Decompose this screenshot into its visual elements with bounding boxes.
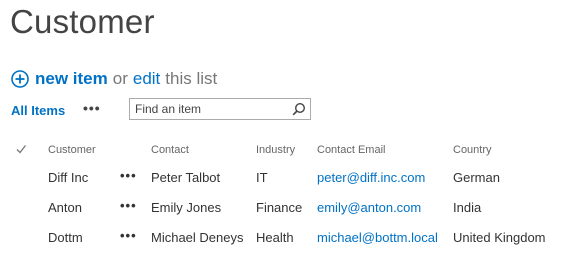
cell-email-link[interactable]: michael@bottm.local (317, 230, 438, 245)
checkmark-icon[interactable] (15, 143, 27, 155)
column-header-industry[interactable]: Industry (256, 144, 295, 156)
search-icon[interactable] (292, 102, 306, 116)
column-header-customer[interactable]: Customer (48, 144, 96, 156)
list-table: Customer Contact Industry Contact Email … (0, 138, 569, 254)
table-header: Customer Contact Industry Contact Email … (0, 138, 569, 164)
cell-country: United Kingdom (453, 230, 546, 245)
edit-link[interactable]: edit (133, 69, 160, 89)
cell-customer[interactable]: Dottm (48, 230, 83, 245)
cell-email-link[interactable]: peter@diff.inc.com (317, 170, 425, 185)
cell-email-link[interactable]: emily@anton.com (317, 200, 421, 215)
cell-industry: Health (256, 230, 294, 245)
item-menu-button[interactable]: ••• (120, 228, 137, 243)
table-row[interactable]: Diff Inc ••• Peter Talbot IT peter@diff.… (0, 164, 569, 194)
page-title: Customer (10, 3, 155, 40)
new-item-link[interactable]: new item (35, 69, 108, 89)
plus-circle-icon[interactable] (11, 70, 29, 88)
item-menu-button[interactable]: ••• (120, 168, 137, 183)
column-header-country[interactable]: Country (453, 144, 492, 156)
search-box (129, 98, 311, 120)
view-more-button[interactable]: ••• (83, 100, 101, 116)
cell-contact: Emily Jones (151, 200, 222, 215)
item-menu-button[interactable]: ••• (120, 198, 137, 213)
cell-industry: Finance (256, 200, 303, 215)
this-list-text: this list (165, 69, 218, 88)
view-toolbar: All Items ••• (11, 98, 331, 124)
cell-contact: Peter Talbot (151, 170, 221, 185)
new-item-bar: new item or edit this list (11, 66, 217, 92)
cell-contact: Michael Deneys (151, 230, 244, 245)
table-row[interactable]: Dottm ••• Michael Deneys Health michael@… (0, 224, 569, 254)
cell-customer[interactable]: Anton (48, 200, 82, 215)
column-header-contact[interactable]: Contact (151, 144, 189, 156)
search-input[interactable] (135, 101, 285, 117)
column-header-contact-email[interactable]: Contact Email (317, 144, 385, 156)
table-row[interactable]: Anton ••• Emily Jones Finance emily@anto… (0, 194, 569, 224)
cell-customer[interactable]: Diff Inc (48, 170, 88, 185)
or-text: or (112, 69, 128, 88)
cell-industry: IT (256, 170, 268, 185)
view-all-items[interactable]: All Items (11, 103, 65, 118)
cell-country: India (453, 200, 482, 215)
cell-country: German (453, 170, 500, 185)
